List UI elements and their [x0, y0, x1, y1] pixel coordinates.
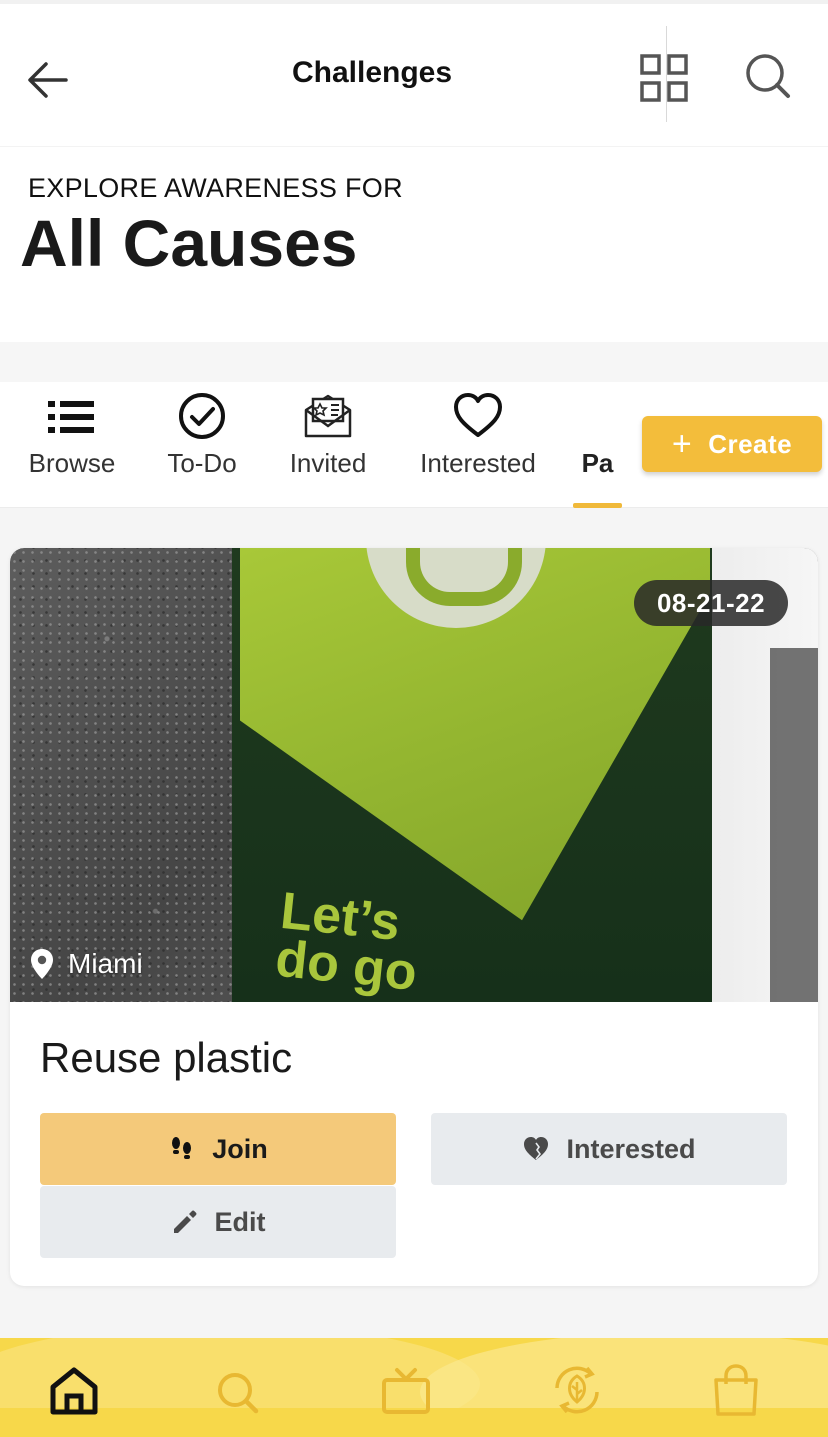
search-icon[interactable]: [208, 1360, 268, 1420]
interested-button[interactable]: Interested: [431, 1113, 787, 1185]
tab-label: Browse: [28, 448, 116, 478]
shopping-bag-icon[interactable]: [706, 1360, 766, 1420]
tab-to-do[interactable]: To-Do: [160, 382, 244, 508]
join-button[interactable]: Join: [40, 1113, 396, 1185]
tab-label: To-Do: [167, 448, 237, 478]
plus-icon: +: [671, 425, 693, 463]
tab-interested[interactable]: Interested: [412, 382, 544, 508]
tab-label: Pa: [581, 448, 614, 478]
create-button[interactable]: + Create: [642, 416, 822, 472]
location-text: Miami: [68, 948, 143, 979]
bottom-navigation: [0, 1338, 828, 1437]
challenge-title: Reuse plastic: [40, 1034, 293, 1081]
hero-section: EXPLORE AWARENESS FOR All Causes: [0, 146, 828, 342]
tab-participating[interactable]: Pa: [573, 382, 622, 508]
app-header: Challenges: [0, 0, 828, 146]
tab-label: Invited: [289, 448, 367, 478]
grid-view-icon[interactable]: [638, 52, 692, 106]
filter-tabs: Browse To-Do Invited Interested Pa + Cre…: [0, 382, 828, 508]
date-badge: 08-21-22: [634, 580, 788, 626]
tab-browse[interactable]: Browse: [22, 382, 122, 508]
pencil-icon: [173, 1210, 196, 1233]
join-label: Join: [212, 1133, 268, 1164]
edit-label: Edit: [214, 1206, 266, 1237]
location-label: Miami: [30, 948, 143, 980]
hero-kicker: EXPLORE AWARENESS FOR: [28, 173, 403, 203]
home-icon[interactable]: [44, 1360, 104, 1420]
tv-icon[interactable]: [376, 1360, 436, 1420]
search-icon[interactable]: [740, 48, 796, 104]
create-button-label: Create: [708, 428, 793, 459]
edit-button[interactable]: Edit: [40, 1186, 396, 1258]
eco-recycle-icon[interactable]: [547, 1360, 607, 1420]
footsteps-icon: [172, 1137, 192, 1159]
section-spacer: [0, 342, 828, 382]
interested-label: Interested: [566, 1133, 696, 1164]
invitation-envelope-icon: [304, 394, 352, 438]
heart-icon: [454, 393, 502, 437]
challenge-card[interactable]: Let’s do go 08-21-22 Miami Reuse plastic …: [10, 548, 818, 1286]
tab-invited[interactable]: Invited: [282, 382, 374, 508]
challenge-photo: Let’s do go 08-21-22 Miami: [10, 548, 818, 1002]
list-icon: [48, 401, 94, 433]
heart-half-icon: [524, 1137, 549, 1160]
tab-label: Interested: [420, 448, 536, 478]
challenge-feed: Let’s do go 08-21-22 Miami Reuse plastic …: [0, 508, 828, 1338]
bag-print-text: Let’s do go: [272, 881, 420, 1002]
header-divider: [666, 26, 667, 122]
hero-heading: All Causes: [20, 206, 358, 280]
location-pin-icon: [31, 949, 53, 979]
check-circle-icon: [179, 393, 225, 439]
page-title: Challenges: [291, 56, 453, 89]
